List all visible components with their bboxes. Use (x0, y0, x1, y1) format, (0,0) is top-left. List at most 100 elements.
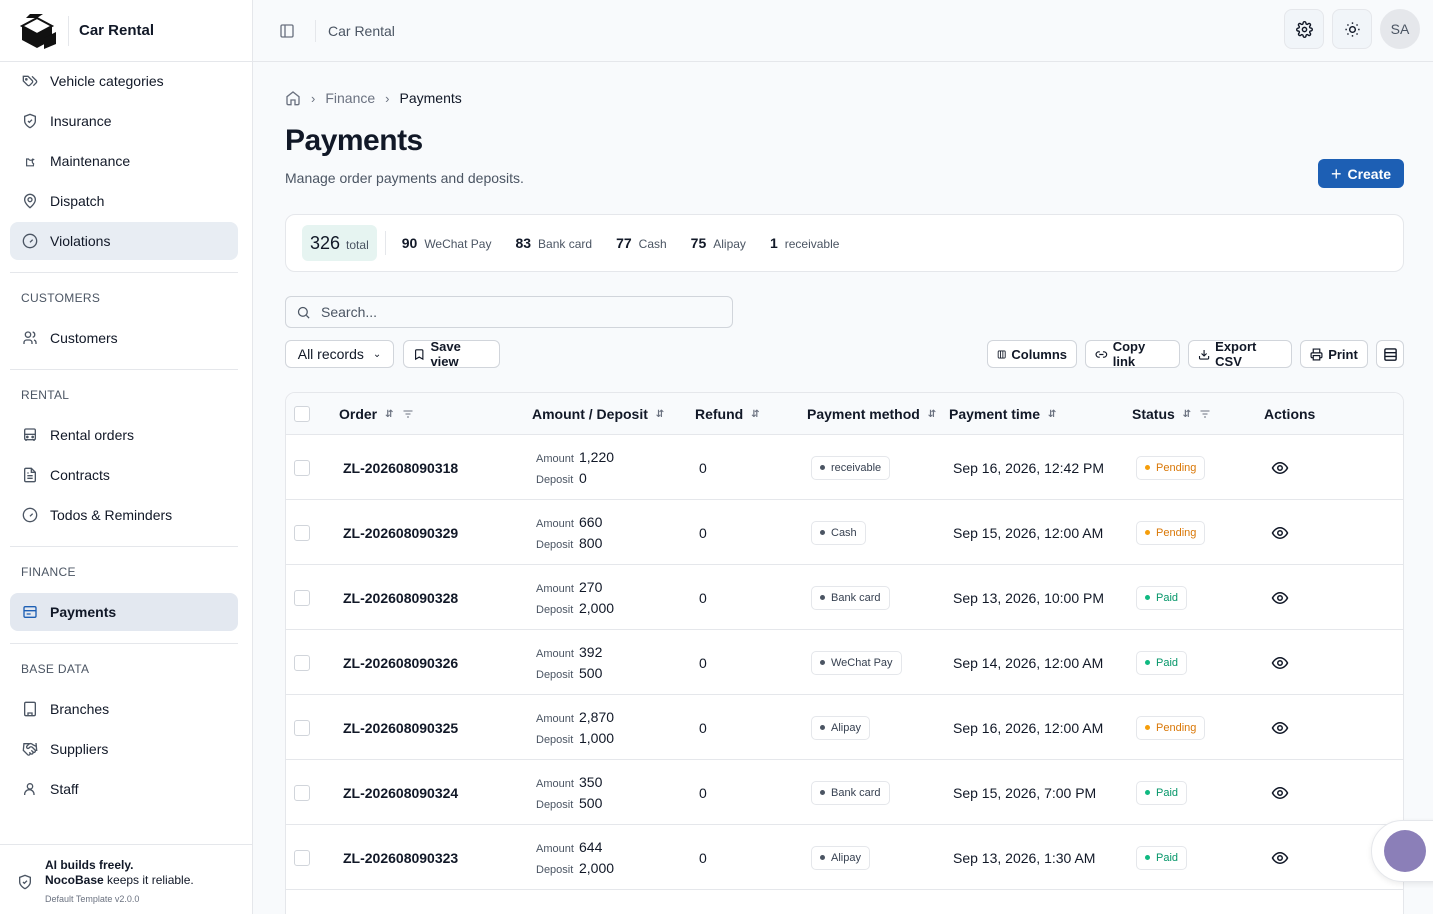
row-checkbox[interactable] (294, 524, 310, 541)
ai-assistant-button[interactable] (1371, 820, 1433, 882)
search-input[interactable] (321, 304, 721, 320)
stat-wechat-pay[interactable]: 90 WeChat Pay (402, 235, 492, 251)
filter-icon[interactable] (1199, 408, 1211, 420)
row-checkbox[interactable] (294, 589, 310, 606)
avatar[interactable]: SA (1380, 9, 1420, 49)
sidebar-item-violations[interactable]: Violations (10, 222, 238, 260)
filter-icon[interactable] (402, 408, 414, 420)
sort-icon[interactable]: ⇵ (1183, 409, 1191, 420)
sidebar-item-vehicle-categories[interactable]: Vehicle categories (10, 62, 238, 100)
column-label: Order (339, 406, 378, 422)
sidebar-item-staff[interactable]: Staff (10, 770, 238, 808)
table-row[interactable]: ZL-202608090318 Amount 1,220 Deposit 0 0 recei… (286, 435, 1403, 500)
table-row[interactable]: ZL-202608090324 Amount 350 Deposit 500 0 Bank … (286, 760, 1403, 825)
view-button[interactable] (1271, 695, 1289, 760)
sidebar-item-insurance[interactable]: Insurance (10, 102, 238, 140)
columns-button[interactable]: Columns (987, 340, 1077, 368)
sidebar-item-customers[interactable]: Customers (10, 319, 238, 357)
table-row[interactable]: ZL-202608090325 Amount 2,870 Deposit 1,000 0 A… (286, 695, 1403, 760)
save-view-button[interactable]: Save view (403, 339, 500, 369)
row-checkbox[interactable] (294, 654, 310, 671)
column-header-status[interactable]: Status ⇵ (1132, 393, 1211, 435)
sidebar-item-todos[interactable]: Todos & Reminders (10, 496, 238, 534)
settings-button[interactable] (1284, 9, 1324, 49)
create-button[interactable]: + Create (1318, 159, 1404, 188)
view-button[interactable] (1271, 565, 1289, 630)
status-dot-icon (1145, 660, 1150, 665)
row-checkbox[interactable] (294, 459, 310, 476)
table-row[interactable]: Amount2,079 (286, 890, 1403, 914)
row-checkbox[interactable] (294, 719, 310, 736)
sidebar-item-contracts[interactable]: Contracts (10, 456, 238, 494)
tag-dot-icon (820, 725, 825, 730)
deposit-label: Deposit (536, 604, 574, 616)
view-button[interactable] (1271, 760, 1289, 825)
refund-value: 0 (699, 459, 707, 476)
stat-total[interactable]: 326 total (302, 225, 377, 261)
table-row[interactable]: ZL-202608090329 Amount 660 Deposit 800 0 Cash S… (286, 500, 1403, 565)
stat-bank-card[interactable]: 83 Bank card (515, 235, 592, 251)
sidebar-item-payments[interactable]: Payments (10, 593, 238, 631)
order-number[interactable]: ZL-202608090323 (343, 825, 458, 890)
select-all-checkbox[interactable] (294, 406, 310, 422)
order-number[interactable]: ZL-202608090324 (343, 760, 458, 825)
sort-icon[interactable]: ⇵ (656, 409, 664, 420)
view-button[interactable] (1271, 630, 1289, 695)
view-select[interactable]: All records ⌄ (285, 340, 394, 368)
brand-divider (68, 15, 69, 46)
column-header-payment-time[interactable]: Payment time ⇵ (949, 393, 1056, 435)
eye-icon (1271, 591, 1289, 604)
sidebar-item-suppliers[interactable]: Suppliers (10, 730, 238, 768)
sidebar-item-maintenance[interactable]: Maintenance (10, 142, 238, 180)
density-button[interactable] (1376, 340, 1404, 368)
export-csv-button[interactable]: Export CSV (1188, 339, 1292, 369)
view-button[interactable] (1271, 500, 1289, 565)
order-number[interactable]: ZL-202608090326 (343, 630, 458, 695)
stat-label: Bank card (538, 237, 593, 251)
brand[interactable]: Car Rental (0, 0, 252, 62)
column-header-payment-method[interactable]: Payment method ⇵ (807, 393, 936, 435)
view-button[interactable] (1271, 825, 1289, 890)
order-number[interactable]: ZL-202608090328 (343, 565, 458, 630)
table-row[interactable]: ZL-202608090328 Amount 270 Deposit 2,000 0 Ban… (286, 565, 1403, 630)
sidebar-item-branches[interactable]: Branches (10, 690, 238, 728)
sun-icon (1344, 21, 1360, 37)
stat-value: 1 (769, 235, 778, 251)
breadcrumb-finance[interactable]: Finance (325, 90, 375, 106)
table-row[interactable]: ZL-202608090326 Amount 392 Deposit 500 0 WeCha… (286, 630, 1403, 695)
deposit-line: Deposit 500 (536, 795, 602, 811)
column-header-order[interactable]: Order ⇵ (339, 393, 414, 435)
sidebar-toggle-icon[interactable] (279, 23, 295, 39)
stat-alipay[interactable]: 75 Alipay (691, 235, 746, 251)
footer-brand[interactable]: NocoBase (45, 873, 104, 887)
row-checkbox[interactable] (294, 784, 310, 801)
print-button[interactable]: Print (1300, 340, 1368, 368)
breadcrumb-payments: Payments (399, 90, 462, 106)
sort-icon[interactable]: ⇵ (1048, 409, 1056, 420)
home-icon[interactable] (285, 90, 301, 106)
theme-toggle-button[interactable] (1332, 9, 1372, 49)
sidebar-item-dispatch[interactable]: Dispatch (10, 182, 238, 220)
table-row[interactable]: ZL-202608090323 Amount 644 Deposit 2,000 0 Ali… (286, 825, 1403, 890)
order-number[interactable]: ZL-202608090325 (343, 695, 458, 760)
sidebar-item-rental-orders[interactable]: Rental orders (10, 416, 238, 454)
payment-method-cell: Bank card (811, 565, 890, 630)
stat-cash[interactable]: 77 Cash (616, 235, 667, 251)
sort-icon[interactable]: ⇵ (751, 409, 759, 420)
sort-icon[interactable]: ⇵ (928, 409, 936, 420)
payment-method-label: Alipay (831, 851, 861, 864)
app-name: Car Rental (79, 22, 155, 39)
copy-link-button[interactable]: Copy link (1085, 339, 1180, 369)
stat-receivable[interactable]: 1 receivable (770, 235, 840, 251)
row-checkbox[interactable] (294, 849, 310, 866)
order-number[interactable]: ZL-202608090329 (343, 500, 458, 565)
view-button[interactable] (1271, 435, 1289, 500)
order-number[interactable]: ZL-202608090318 (343, 435, 458, 500)
search-box (285, 296, 733, 328)
sort-icon[interactable]: ⇵ (385, 409, 393, 420)
tag-dot-icon (820, 465, 825, 470)
column-header-refund[interactable]: Refund ⇵ (695, 393, 760, 435)
column-header-amount-deposit[interactable]: Amount / Deposit ⇵ (532, 393, 664, 435)
status-cell: Pending (1136, 500, 1206, 565)
payment-time: Sep 13, 2026, 10:00 PM (953, 589, 1104, 606)
